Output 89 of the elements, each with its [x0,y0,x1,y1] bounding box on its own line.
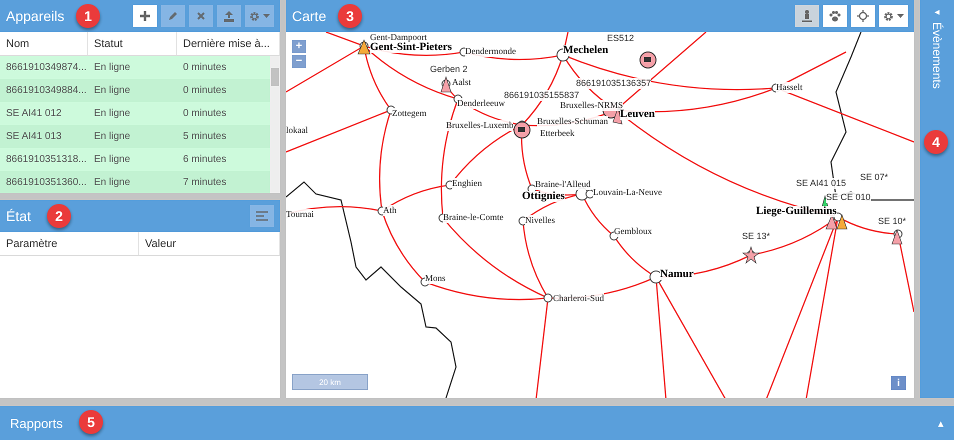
info-button[interactable]: i [891,376,906,390]
last-update: 5 minutes [182,131,228,142]
last-update: 0 minutes [182,108,228,119]
panel-title: Rapports [10,416,63,430]
device-row[interactable]: 8661910351360... En ligne 7 minutes [0,171,270,193]
device-name: 8661910349884... [5,85,88,96]
station-label: Namur [660,269,694,280]
station-label: Gembloux [614,226,652,237]
locate-button[interactable] [851,5,875,27]
device-label: Gerben 2 [430,64,468,75]
settings-button[interactable] [879,5,908,27]
device-label: SE 13* [742,231,770,242]
device-row[interactable]: 8661910351318... En ligne 6 minutes [0,148,270,171]
device-status: En ligne [93,62,132,73]
scrollbar[interactable] [270,56,280,193]
close-icon [197,12,205,20]
person-icon [802,10,812,22]
caret-icon [897,14,904,18]
station-label: Bruxelles-Schuman [537,116,608,127]
last-update: 0 minutes [182,85,228,96]
device-status: En ligne [93,177,132,188]
device-label: SE CE 010 [826,192,871,203]
panel-title: Carte [292,8,326,24]
scale-bar: 20 km [292,374,368,390]
station-label: Dendermonde [465,46,516,57]
device-row[interactable]: 8661910349874... En ligne 0 minutes [0,56,270,79]
device-label: SE 10* [878,216,906,227]
station-label: lokaal [286,125,308,136]
device-label: 866191035155837 [504,90,580,101]
device-row[interactable]: 8661910349884... En ligne 0 minutes [0,79,270,102]
sidebar-title: Évènements [930,22,944,89]
station-label: Louvain-La-Neuve [593,187,662,198]
settings-icon [249,10,260,22]
station-label: Mons [425,273,446,284]
device-status: En ligne [93,131,132,142]
list-button[interactable] [250,205,274,227]
station-label: Nivelles [525,215,555,226]
last-update: 6 minutes [182,154,228,165]
column-header[interactable]: Statut [88,32,177,55]
station-label: Liege-Guillemins [756,206,837,217]
list-icon [256,211,268,221]
crosshair-icon [857,10,869,22]
device-label: SE 07* [860,172,888,183]
device-name: SE AI41 013 [5,131,63,142]
caret-icon [263,14,270,18]
pencil-icon [168,11,178,21]
person-button[interactable] [795,5,819,27]
column-header[interactable]: Paramètre [0,232,139,255]
station-label: Braine-le-Comte [443,212,504,223]
settings-icon [883,10,894,22]
paw-icon [829,10,841,22]
panel-title: Appareils [6,8,64,24]
device-status: En ligne [93,154,132,165]
station-label: Denderleeuw [457,98,505,109]
station-label: Ath [383,205,396,216]
device-label: SE AI41 015 [796,178,846,189]
station-label: Mechelen [563,45,608,56]
station-label: Enghien [452,178,482,189]
device-name: 8661910351318... [5,154,88,165]
station-label: Bruxelles-Luxemb [446,120,514,131]
station-label: Charleroi-Sud [553,293,604,304]
device-row[interactable]: SE AI41 013 En ligne 5 minutes [0,125,270,148]
add-button[interactable] [133,5,157,27]
station-label: Tournai [286,209,314,220]
station-label: Aalst [452,77,471,88]
device-status: En ligne [93,85,132,96]
station-label: Braine-l'Alleud [535,179,591,190]
last-update: 7 minutes [182,177,228,188]
station-label: Gent-Dampoort [370,32,427,43]
device-label: 866191035136357 [576,78,652,89]
station-label: Etterbeek [540,128,574,139]
device-label: ES512 [607,33,634,44]
station-label: Leuven [620,109,655,120]
device-name: 8661910349874... [5,62,88,73]
station-label: Zottegem [392,108,426,119]
station-label: Bruxelles-NRMS [560,100,623,111]
plus-icon [140,11,150,21]
device-name: SE AI41 012 [5,108,63,119]
device-row[interactable]: SE AI41 012 En ligne 0 minutes [0,102,270,125]
paw-button[interactable] [823,5,847,27]
last-update: 0 minutes [182,62,228,73]
device-status: En ligne [93,108,132,119]
column-header[interactable]: Nom [0,32,88,55]
station-label: Hasselt [776,82,802,93]
upload-icon [224,10,234,22]
panel-title: État [6,208,31,224]
device-name: 8661910351360... [5,177,88,188]
station-label: Gent-Sint-Pieters [370,42,452,53]
station-label: Ottignies [522,191,565,202]
